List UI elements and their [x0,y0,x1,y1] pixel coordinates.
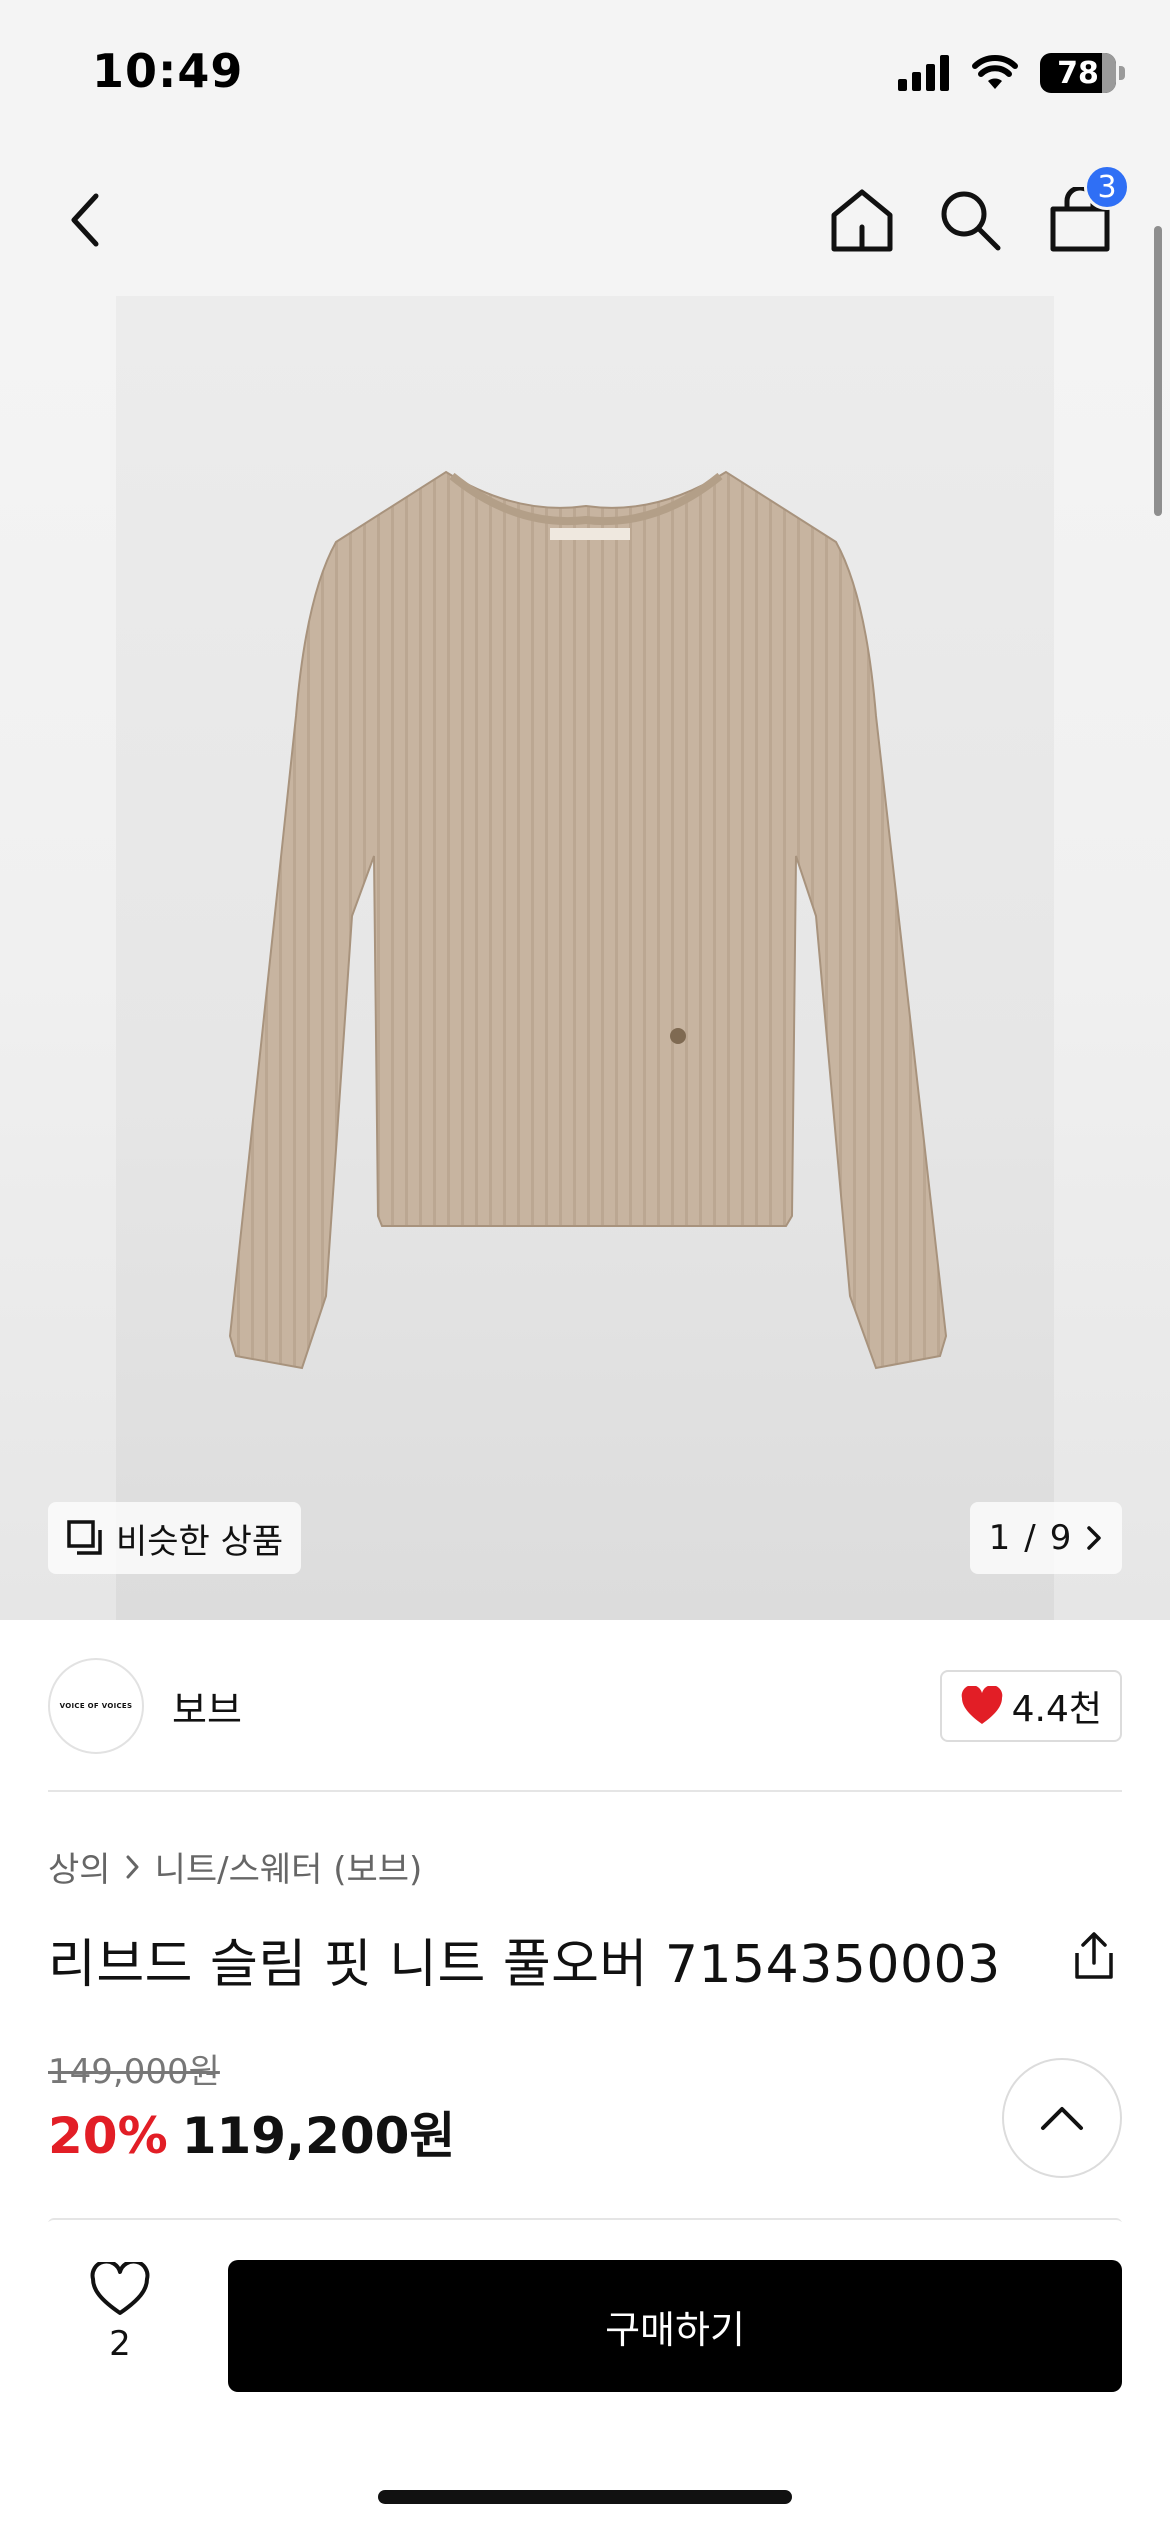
original-price: 149,000원 [48,2052,220,2092]
share-button[interactable] [1066,1928,1122,1984]
image-pager[interactable]: 1 / 9 [970,1502,1122,1574]
brand-like-count: 4.4천 [1011,1689,1102,1730]
divider [48,1790,1122,1792]
seller-logo-text: VOICE OF VOICES [59,1702,133,1710]
scrollbar[interactable] [1154,226,1162,516]
heart-outline-icon [90,2262,150,2315]
breadcrumb-subcategory[interactable]: 니트/스웨터 (보브) [155,1842,423,1891]
chevron-up-icon [1041,2107,1083,2130]
nav-bar: 3 [0,150,1170,296]
pager-total: 9 [1049,1518,1072,1558]
status-time: 10:49 [92,44,244,98]
seller-row: VOICE OF VOICES 보브 4.4천 [48,1656,1122,1756]
wifi-icon [972,55,1018,89]
similar-items-icon [67,1520,102,1555]
back-button[interactable] [46,180,126,260]
product-title: 리브드 슬림 핏 니트 풀오버 7154350003 [48,1935,1001,1995]
breadcrumb: 상의 니트/스웨터 (보브) [48,1842,422,1891]
brand-like-button[interactable]: 4.4천 [939,1670,1122,1742]
chevron-right-icon [126,1855,139,1878]
cart-count-badge: 3 [1084,164,1130,210]
sweater-image [228,470,948,1370]
product-photo [116,296,1054,1620]
wishlist-count: 2 [109,2324,131,2364]
wishlist-button[interactable]: 2 [72,2262,168,2392]
search-icon [941,191,1001,251]
battery-level: 78 [1057,55,1099,91]
chevron-right-icon [1087,1526,1102,1550]
breadcrumb-category[interactable]: 상의 [48,1842,111,1891]
home-icon [831,189,893,252]
price-row: 20% 119,200원 [48,2096,455,2168]
seller-name[interactable]: 보브 [172,1679,242,1734]
scroll-to-top-button[interactable] [1002,2058,1122,2178]
discount-rate: 20% [48,2107,168,2165]
pager-separator: / [1024,1518,1036,1558]
sale-price: 119,200원 [181,2107,456,2165]
cart-button[interactable]: 3 [1040,164,1130,260]
status-bar: 10:49 78 [0,0,1170,150]
similar-products-button[interactable]: 비슷한 상품 [48,1502,302,1574]
battery-icon: 78 [1040,53,1125,93]
product-image-gallery[interactable]: 비슷한 상품 1 / 9 [0,296,1170,1620]
seller-logo[interactable]: VOICE OF VOICES [48,1658,144,1754]
pager-current: 1 [988,1518,1011,1558]
share-icon [1075,1932,1113,1979]
bottom-action-bar: 2 구매하기 [0,2222,1170,2532]
search-button[interactable] [930,180,1010,260]
home-indicator [378,2490,792,2504]
cellular-signal-icon [898,55,949,91]
status-icons: 78 [898,50,1125,96]
home-button[interactable] [822,180,902,260]
buy-button[interactable]: 구매하기 [228,2260,1122,2392]
heart-filled-icon [961,1686,1002,1724]
chevron-left-icon [71,193,99,247]
similar-products-label: 비슷한 상품 [116,1521,284,1562]
